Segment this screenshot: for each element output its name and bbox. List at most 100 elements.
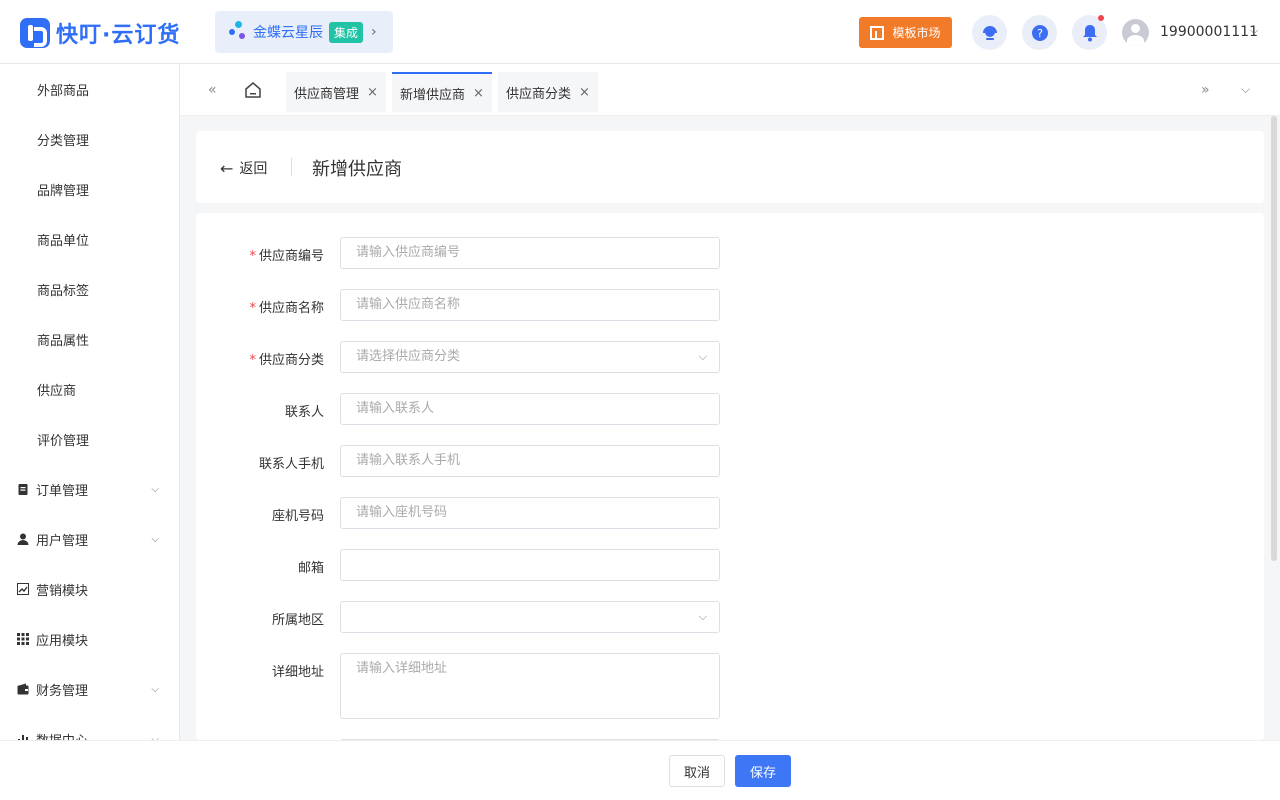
placeholder: 请输入详细地址 <box>356 661 448 676</box>
contact-mobile-input[interactable]: 请输入联系人手机 <box>340 445 720 477</box>
chevron-down-icon[interactable]: ⌵ <box>1241 82 1250 97</box>
avatar[interactable] <box>1122 19 1149 46</box>
label-text: 联系人 <box>284 405 324 420</box>
sidebar-item-tags[interactable]: 商品标签 <box>0 264 179 314</box>
sidebar-item-external-products[interactable]: 外部商品 <box>0 64 179 114</box>
chevron-down-icon: ⌵ <box>151 683 159 695</box>
sidebar-group-users[interactable]: 用户管理 ⌵ <box>0 514 179 564</box>
region-select[interactable]: ⌵ <box>340 601 720 633</box>
page-header: ← 返回 新增供应商 <box>196 131 1264 203</box>
sidebar-group-marketing[interactable]: 营销模块 <box>0 564 179 614</box>
label-text: 供应商编号 <box>258 249 324 264</box>
form-label-contact-mobile: 联系人手机 <box>196 453 324 472</box>
sidebar-group-label: 数据中心 <box>36 730 88 741</box>
user-icon <box>17 533 29 545</box>
tab-supplier-category[interactable]: 供应商分类 × <box>498 72 598 112</box>
sidebar-item-label: 商品单位 <box>37 233 90 249</box>
notification-button[interactable] <box>1072 15 1107 50</box>
customer-service-button[interactable] <box>972 15 1007 50</box>
chevron-down-icon: ⌵ <box>151 533 159 545</box>
sidebar-group-apps[interactable]: 应用模块 <box>0 614 179 664</box>
scroll-left-icon[interactable]: « <box>208 82 217 98</box>
supplier-name-input[interactable]: 请输入供应商名称 <box>340 289 720 321</box>
placeholder: 请输入供应商名称 <box>356 297 461 312</box>
close-icon[interactable]: × <box>579 85 590 100</box>
sidebar-group-label: 用户管理 <box>36 533 89 549</box>
label-text: 邮箱 <box>297 561 324 576</box>
label-text: 所属地区 <box>271 613 324 628</box>
label-text: 联系人手机 <box>258 457 324 472</box>
back-button[interactable]: ← 返回 <box>220 158 267 178</box>
page-title: 新增供应商 <box>312 159 402 180</box>
home-icon[interactable] <box>244 81 262 99</box>
label-text: 供应商名称 <box>258 301 324 316</box>
sidebar-group-label: 应用模块 <box>36 633 89 649</box>
supplier-code-input[interactable]: 请输入供应商编号 <box>340 237 720 269</box>
bar-chart-icon <box>18 735 28 740</box>
form-footer: 取消 保存 <box>0 740 1280 800</box>
sidebar-item-label: 商品标签 <box>37 283 90 299</box>
form-label-supplier-code: * 供应商编号 <box>196 245 324 264</box>
chevron-right-icon: › <box>371 24 377 40</box>
placeholder: 请输入供应商编号 <box>356 245 461 260</box>
sidebar-group-label: 财务管理 <box>36 683 89 699</box>
tab-label: 新增供应商 <box>400 87 466 103</box>
grid-icon <box>17 633 29 645</box>
help-icon: ? <box>1031 24 1048 41</box>
clipboard-icon <box>18 484 28 495</box>
tab-supplier-management[interactable]: 供应商管理 × <box>286 72 386 112</box>
tab-label: 供应商分类 <box>506 86 572 102</box>
integration-badge: 集成 <box>329 21 364 43</box>
sidebar-item-brand[interactable]: 品牌管理 <box>0 164 179 214</box>
placeholder: 请输入联系人 <box>356 401 435 416</box>
placeholder: 请输入联系人手机 <box>356 453 461 468</box>
sidebar-group-finance[interactable]: 财务管理 ⌵ <box>0 664 179 714</box>
placeholder: 请输入座机号码 <box>356 505 448 520</box>
cancel-button[interactable]: 取消 <box>669 755 725 787</box>
landline-input[interactable]: 请输入座机号码 <box>340 497 720 529</box>
label-text: 供应商分类 <box>258 353 324 368</box>
integration-name: 金蝶云星辰 <box>253 25 323 41</box>
sidebar-group-label: 订单管理 <box>36 483 89 499</box>
required-mark: * <box>249 249 256 264</box>
sidebar-item-label: 评价管理 <box>37 433 90 449</box>
required-mark: * <box>249 301 256 316</box>
sidebar-item-attributes[interactable]: 商品属性 <box>0 314 179 364</box>
sidebar-group-data[interactable]: 数据中心 ⌵ <box>0 714 179 740</box>
email-field[interactable] <box>340 549 720 581</box>
logo-text: 快叮·云订货 <box>56 23 181 48</box>
form-label-address: 详细地址 <box>196 661 324 680</box>
help-button[interactable]: ? <box>1022 15 1057 50</box>
sidebar: 外部商品 分类管理 品牌管理 商品单位 商品标签 商品属性 供应商 评价管理 订… <box>0 64 180 740</box>
save-button[interactable]: 保存 <box>735 755 791 787</box>
template-market-button[interactable]: 模板市场 <box>859 17 952 48</box>
chevron-down-icon[interactable]: ⌵ <box>1250 24 1258 38</box>
form-label-email: 邮箱 <box>196 557 324 576</box>
scrollbar[interactable] <box>1271 116 1277 561</box>
kingdee-logo-icon <box>229 21 249 43</box>
supplier-category-select[interactable]: 请选择供应商分类 ⌵ <box>340 341 720 373</box>
scroll-right-icon[interactable]: » <box>1201 82 1210 98</box>
close-icon[interactable]: × <box>473 86 484 101</box>
sidebar-group-orders[interactable]: 订单管理 ⌵ <box>0 464 179 514</box>
label-text: 详细地址 <box>271 665 324 680</box>
sidebar-item-unit[interactable]: 商品单位 <box>0 214 179 264</box>
tab-new-supplier[interactable]: 新增供应商 × <box>392 72 492 112</box>
close-icon[interactable]: × <box>367 85 378 100</box>
app-logo[interactable]: 快叮·云订货 <box>20 17 180 49</box>
sidebar-item-reviews[interactable]: 评价管理 <box>0 414 179 464</box>
template-icon <box>870 25 885 40</box>
tab-label: 供应商管理 <box>294 86 360 102</box>
form-label-landline: 座机号码 <box>196 505 324 524</box>
svg-text:?: ? <box>1037 27 1043 40</box>
integration-chip[interactable]: 金蝶云星辰 集成 › <box>215 11 393 53</box>
contact-input[interactable]: 请输入联系人 <box>340 393 720 425</box>
arrow-left-icon: ← <box>220 158 234 178</box>
trend-chart-icon <box>17 583 29 595</box>
sidebar-item-supplier[interactable]: 供应商 <box>0 364 179 414</box>
user-phone[interactable]: 19900001111 <box>1160 24 1258 40</box>
sidebar-item-category[interactable]: 分类管理 <box>0 114 179 164</box>
address-textarea[interactable]: 请输入详细地址 <box>340 653 720 719</box>
sidebar-item-label: 商品属性 <box>37 333 90 349</box>
chevron-down-icon: ⌵ <box>151 483 159 495</box>
